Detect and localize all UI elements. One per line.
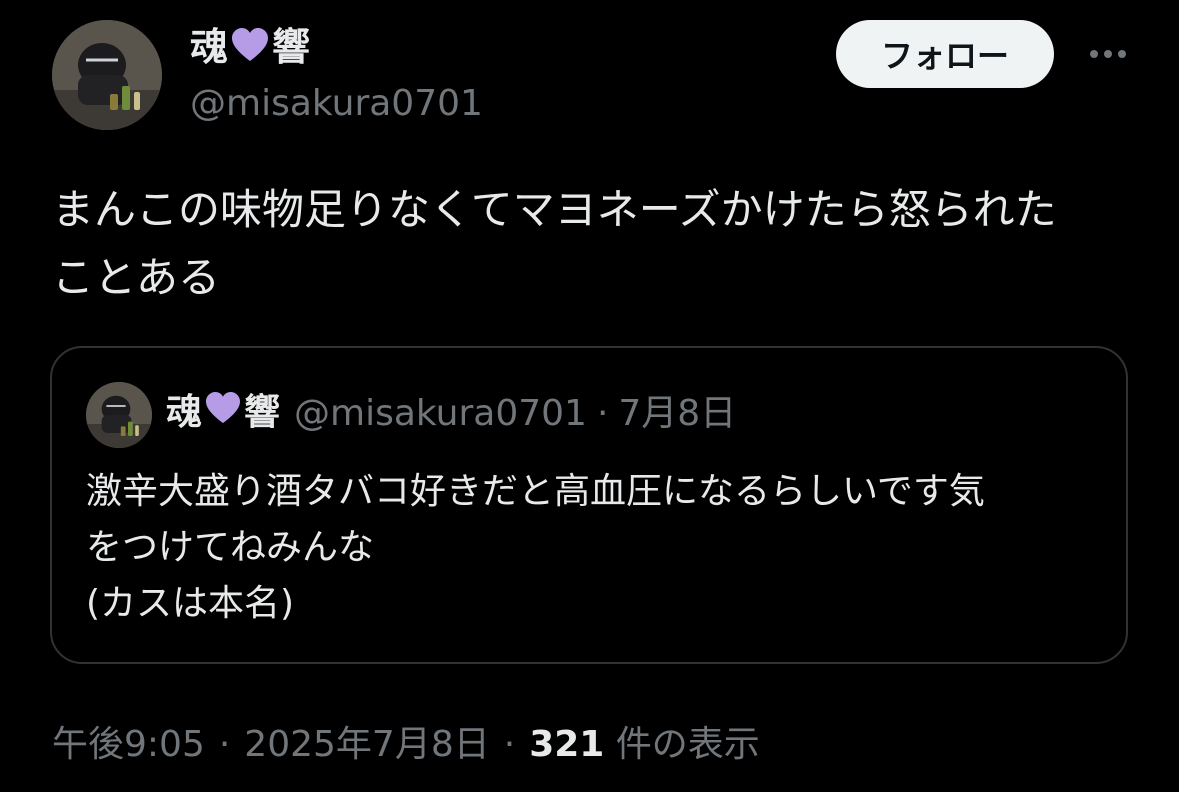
- tweet-date[interactable]: 2025年7月8日: [244, 724, 489, 765]
- more-dot: [1090, 50, 1098, 58]
- more-options-icon[interactable]: [1082, 34, 1134, 74]
- author-handle[interactable]: @misakura0701: [190, 82, 483, 126]
- avatar-image: [52, 20, 162, 130]
- author-name-part2: 響: [272, 25, 311, 69]
- quoted-author-handle[interactable]: @misakura0701: [294, 391, 587, 437]
- quoted-name-part1: 魂: [166, 392, 203, 433]
- quoted-tweet-text: 激辛大盛り酒タバコ好きだと高血圧になるらしいです気 をつけてねみんな (カスは本…: [86, 471, 985, 624]
- views-count[interactable]: 321: [529, 724, 604, 765]
- separator-dot: ·: [503, 724, 516, 765]
- follow-button[interactable]: フォロー: [836, 20, 1054, 88]
- quoted-name-part2: 響: [244, 392, 281, 433]
- quoted-tweet-header: 魂響 @misakura0701 · 7月8日: [166, 390, 736, 437]
- purple-heart-icon: [230, 27, 270, 73]
- purple-heart-icon: [204, 391, 242, 437]
- author-display-name[interactable]: 魂響: [190, 24, 310, 73]
- separator-dot: ·: [596, 392, 609, 434]
- more-dot: [1104, 50, 1112, 58]
- quoted-author-avatar[interactable]: [86, 382, 152, 448]
- avatar-image: [86, 382, 152, 448]
- author-name-part1: 魂: [190, 25, 229, 69]
- views-label: 件の表示: [604, 724, 760, 765]
- tweet-text: まんこの味物足りなくてマヨネーズかけたら怒られた ことある: [52, 185, 1057, 302]
- quoted-tweet-date[interactable]: 7月8日: [618, 391, 736, 437]
- quoted-author-name[interactable]: 魂響: [166, 390, 280, 437]
- tweet-time[interactable]: 午後9:05: [52, 724, 205, 765]
- more-dot: [1118, 50, 1126, 58]
- separator-dot: ·: [218, 724, 231, 765]
- quoted-tweet-card[interactable]: 魂響 @misakura0701 · 7月8日 激辛大盛り酒タバコ好きだと高血圧…: [50, 346, 1128, 664]
- author-avatar[interactable]: [52, 20, 162, 130]
- tweet-meta: 午後9:05 · 2025年7月8日 · 321 件の表示: [52, 720, 760, 770]
